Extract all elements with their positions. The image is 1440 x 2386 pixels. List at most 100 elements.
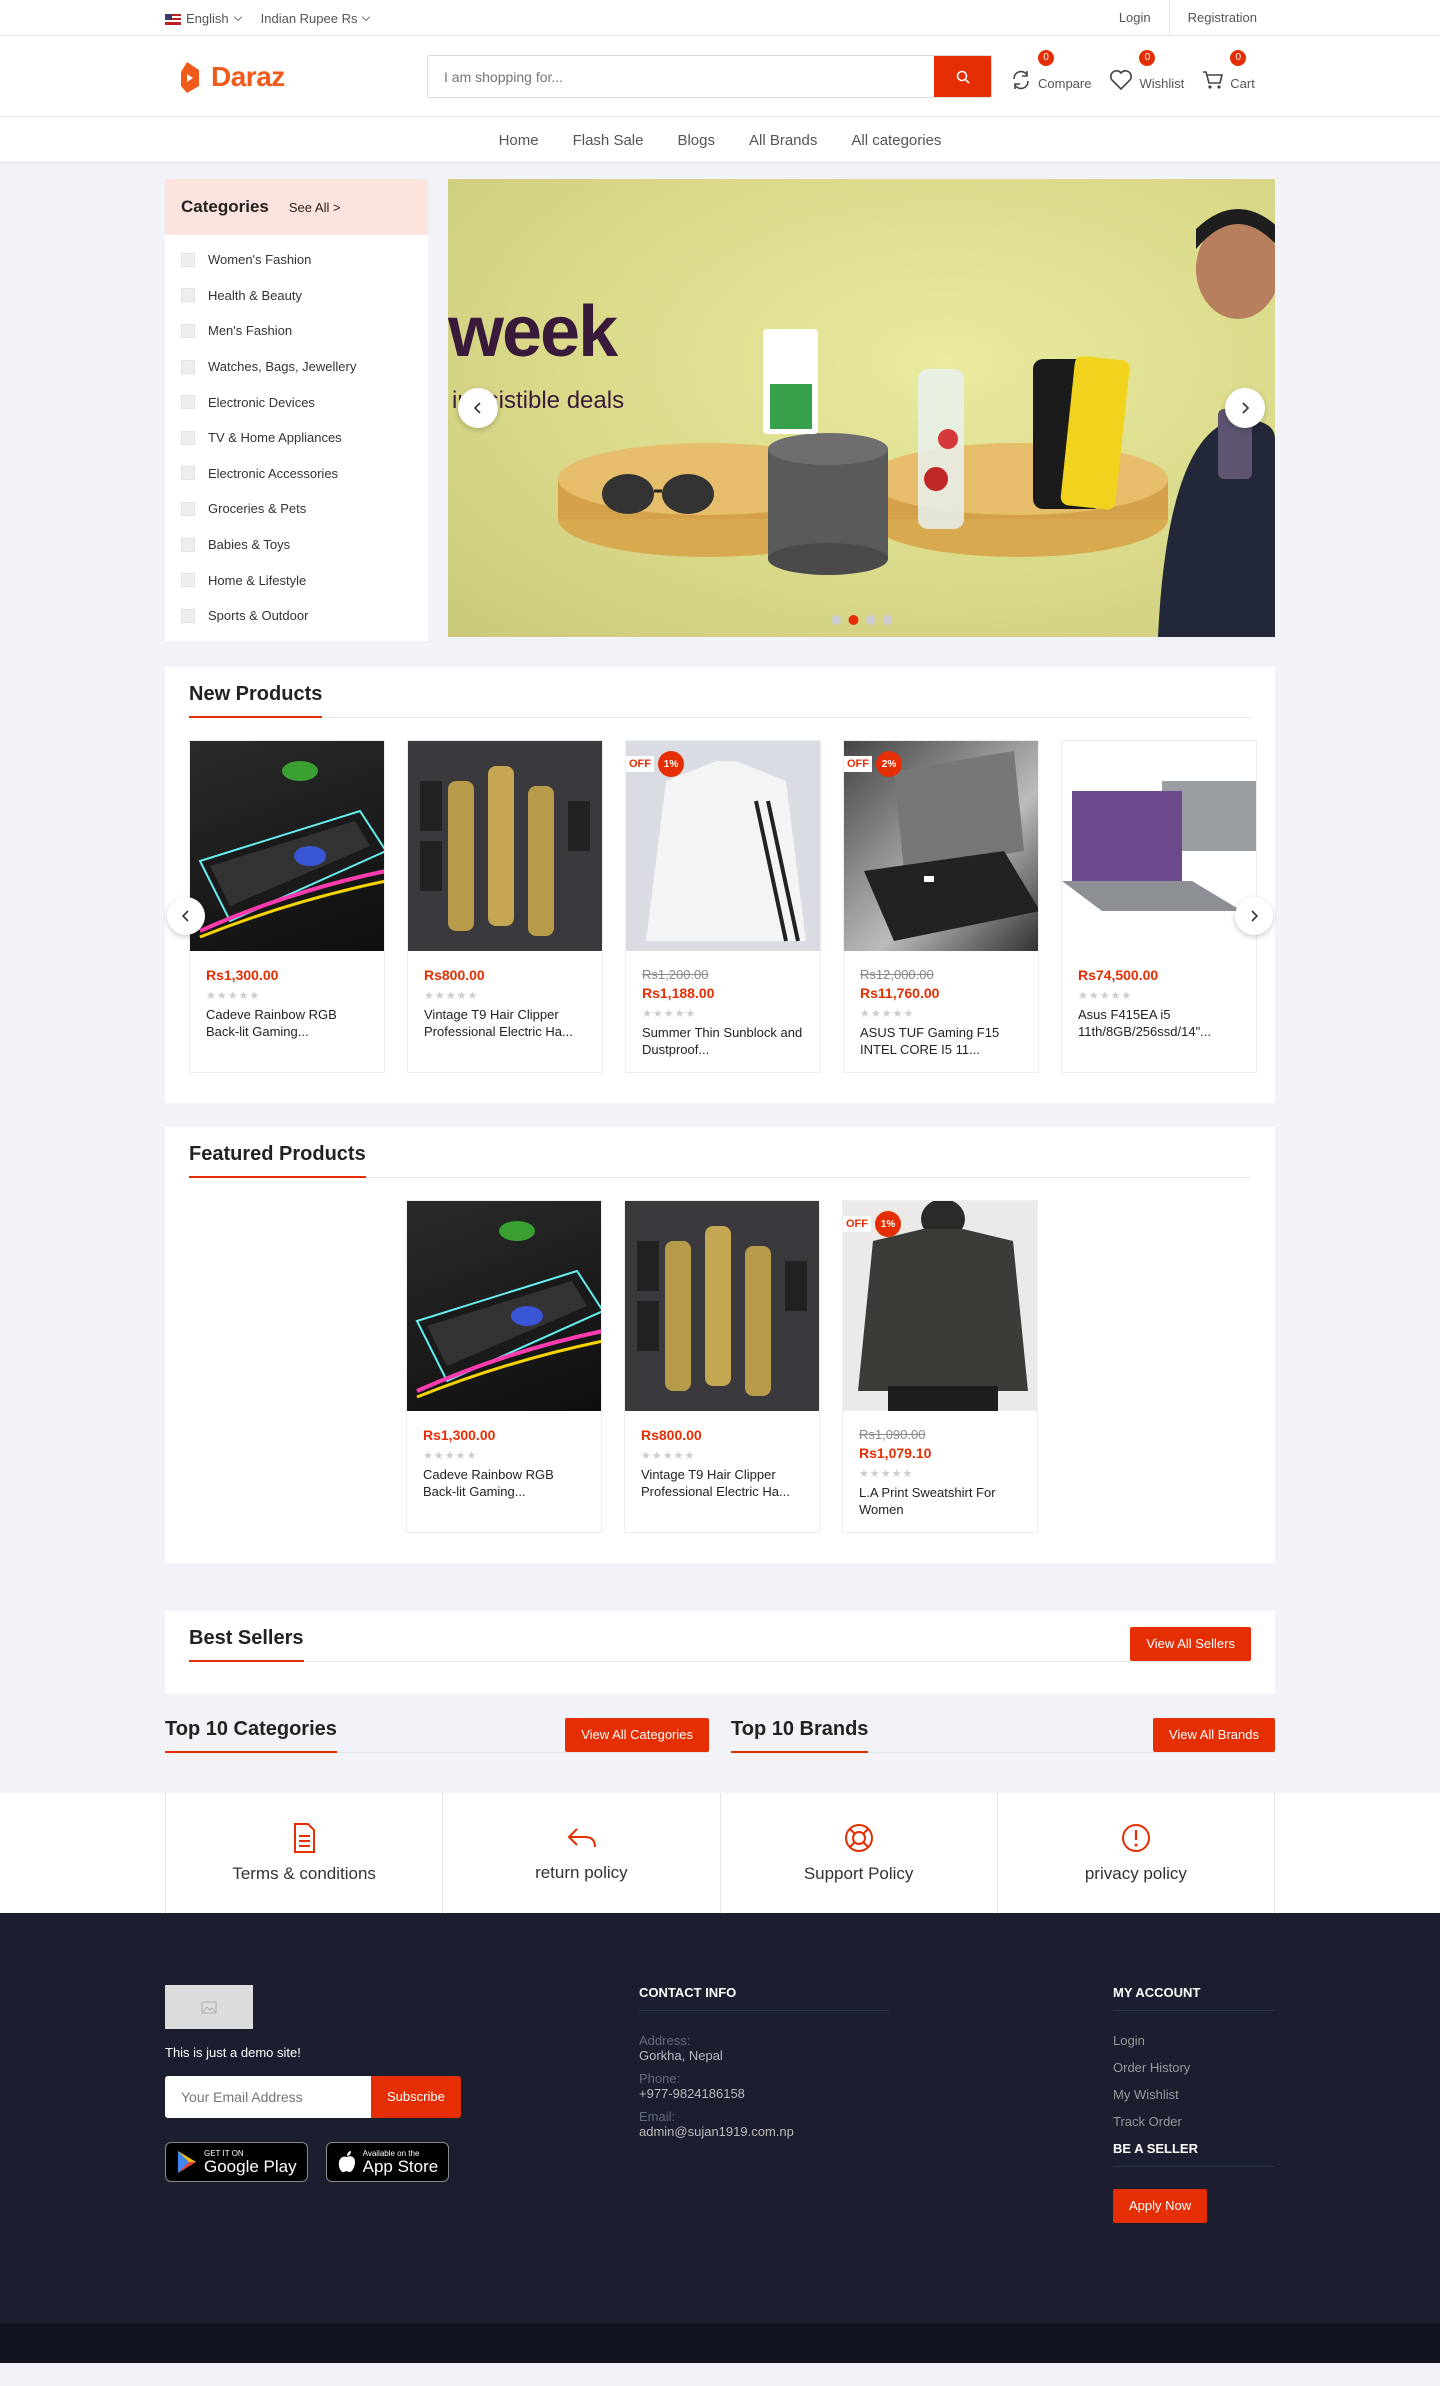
my-account-title: MY ACCOUNT (1113, 1985, 1275, 2011)
return-policy-link[interactable]: return policy (442, 1793, 719, 1913)
product-name[interactable]: L.A Print Sweatshirt For Women (859, 1484, 1021, 1518)
search-button[interactable] (934, 56, 991, 97)
site-logo[interactable]: Daraz (179, 60, 427, 94)
category-thumb-icon (181, 430, 195, 445)
hero-banner-slider[interactable]: week irresistible deals (448, 179, 1275, 637)
newsletter-email-input[interactable] (165, 2076, 371, 2118)
support-policy-link[interactable]: Support Policy (719, 1793, 997, 1913)
section-title: Top 10 Categories (165, 1718, 337, 1753)
category-item-mens-fashion[interactable]: Men's Fashion (165, 313, 428, 349)
view-all-sellers-button[interactable]: View All Sellers (1130, 1627, 1251, 1661)
wishlist-button[interactable]: 0 Wishlist (1109, 50, 1184, 91)
google-play-badge[interactable]: GET IT ON Google Play (165, 2142, 308, 2182)
compare-count-badge: 0 (1038, 50, 1054, 66)
category-item-tv-home[interactable]: TV & Home Appliances (165, 420, 428, 456)
language-selector[interactable]: English (165, 11, 242, 26)
rating-stars-icon: ★★★★★ (206, 990, 261, 1002)
category-thumb-icon (181, 466, 195, 481)
nav-all-categories[interactable]: All categories (834, 132, 958, 149)
track-order-link[interactable]: Track Order (1113, 2114, 1275, 2129)
category-item-womens-fashion[interactable]: Women's Fashion (165, 242, 428, 278)
category-item-home-lifestyle[interactable]: Home & Lifestyle (165, 562, 428, 598)
currency-selector[interactable]: Indian Rupee Rs (261, 11, 371, 26)
product-card[interactable]: Rs800.00 ★★★★★ Vintage T9 Hair Clipper P… (407, 740, 603, 1073)
my-wishlist-link[interactable]: My Wishlist (1113, 2087, 1275, 2102)
top-bar: English Indian Rupee Rs Login Registrati… (0, 0, 1440, 36)
category-thumb-icon (181, 395, 195, 410)
registration-link[interactable]: Registration (1168, 0, 1275, 36)
section-title: Featured Products (189, 1143, 366, 1178)
compare-button[interactable]: 0 Compare (1010, 50, 1091, 91)
product-card[interactable]: OFF 2% Rs12,000.00 Rs11,760.00 ★★★★★ ASUS… (843, 740, 1039, 1073)
see-all-categories-link[interactable]: See All > (289, 200, 341, 215)
category-sidebar: Categories See All > Women's Fashion Hea… (165, 179, 428, 641)
slider-dot[interactable] (865, 615, 875, 625)
nav-blogs[interactable]: Blogs (660, 132, 732, 149)
us-flag-icon (165, 13, 181, 25)
slider-prev-button[interactable] (458, 388, 498, 428)
category-item-watches-bags[interactable]: Watches, Bags, Jewellery (165, 349, 428, 385)
apply-now-button[interactable]: Apply Now (1113, 2189, 1208, 2223)
login-link[interactable]: Login (1101, 0, 1169, 36)
product-name[interactable]: Vintage T9 Hair Clipper Professional Ele… (424, 1006, 586, 1040)
slider-dot-active[interactable] (848, 615, 858, 625)
products-prev-button[interactable] (167, 897, 205, 935)
discount-badge: OFF 2% (844, 751, 902, 777)
subscribe-button[interactable]: Subscribe (371, 2076, 461, 2118)
slider-dot[interactable] (831, 615, 841, 625)
product-card[interactable]: Rs1,300.00 ★★★★★ Cadeve Rainbow RGB Back… (189, 740, 385, 1073)
product-name[interactable]: ASUS TUF Gaming F15 INTEL CORE I5 11... (860, 1024, 1022, 1058)
product-price: Rs800.00 (641, 1427, 702, 1443)
product-card[interactable]: Rs800.00 ★★★★★ Vintage T9 Hair Clipper P… (624, 1200, 820, 1533)
terms-policy-link[interactable]: Terms & conditions (165, 1793, 442, 1913)
search-input[interactable] (428, 56, 934, 97)
nav-flash-sale[interactable]: Flash Sale (556, 132, 661, 149)
section-title: Top 10 Brands (731, 1718, 869, 1753)
footer-login-link[interactable]: Login (1113, 2033, 1275, 2048)
product-name[interactable]: Summer Thin Sunblock and Dustproof... (642, 1024, 804, 1058)
view-all-categories-button[interactable]: View All Categories (565, 1718, 709, 1752)
view-all-brands-button[interactable]: View All Brands (1152, 1718, 1275, 1752)
nav-all-brands[interactable]: All Brands (732, 132, 834, 149)
product-price: Rs11,760.00 (860, 985, 940, 1001)
nav-home[interactable]: Home (482, 132, 556, 149)
product-card[interactable]: OFF 1% Rs1,200.00 Rs1,188.00 ★★★★★ Summer… (625, 740, 821, 1073)
product-name[interactable]: Cadeve Rainbow RGB Back-lit Gaming... (206, 1006, 368, 1040)
contact-email[interactable]: admin@sujan1919.com.np (639, 2124, 1113, 2139)
product-name[interactable]: Cadeve Rainbow RGB Back-lit Gaming... (423, 1466, 585, 1500)
product-card[interactable]: OFF 1% Rs1,090.00 Rs1,079.10 ★★★★★ L.A Pr… (842, 1200, 1038, 1533)
product-card[interactable]: Rs74,500.00 ★★★★★ Asus F415EA i5 11th/8G… (1061, 740, 1257, 1073)
my-account-column: MY ACCOUNT Login Order History My Wishli… (1113, 1985, 1275, 2223)
search-bar (427, 55, 992, 98)
product-price: Rs1,188.00 (642, 985, 715, 1001)
chevron-left-icon (473, 402, 481, 414)
contact-info-column: CONTACT INFO Address: Gorkha, Nepal Phon… (639, 1985, 1113, 2223)
app-store-badge[interactable]: Available on the App Store (325, 2142, 450, 2182)
product-image-sweatshirt: OFF 1% (843, 1201, 1037, 1411)
slider-dot[interactable] (882, 615, 892, 625)
category-item-electronic-accessories[interactable]: Electronic Accessories (165, 456, 428, 492)
cart-button[interactable]: 0 Cart (1202, 50, 1255, 91)
search-icon (956, 70, 970, 84)
product-name[interactable]: Asus F415EA i5 11th/8GB/256ssd/14"... (1078, 1006, 1240, 1040)
product-card[interactable]: Rs1,300.00 ★★★★★ Cadeve Rainbow RGB Back… (406, 1200, 602, 1533)
product-price: Rs800.00 (424, 967, 485, 983)
product-name[interactable]: Vintage T9 Hair Clipper Professional Ele… (641, 1466, 803, 1500)
reply-icon (567, 1828, 597, 1848)
category-item-babies-toys[interactable]: Babies & Toys (165, 527, 428, 563)
chevron-right-icon (1251, 910, 1259, 922)
top-brands-section: Top 10 Brands View All Brands (731, 1718, 1275, 1753)
order-history-link[interactable]: Order History (1113, 2060, 1275, 2075)
category-item-groceries-pets[interactable]: Groceries & Pets (165, 491, 428, 527)
category-thumb-icon (181, 608, 195, 623)
new-products-section: New Products Rs1,300.00 ★★★★★ Cadeve Rai… (165, 667, 1275, 1103)
image-placeholder-icon (201, 2001, 217, 2013)
category-thumb-icon (181, 573, 195, 588)
category-item-health-beauty[interactable]: Health & Beauty (165, 278, 428, 314)
category-item-sports-outdoor[interactable]: Sports & Outdoor (165, 598, 428, 634)
products-next-button[interactable] (1235, 897, 1273, 935)
privacy-policy-link[interactable]: privacy policy (996, 1793, 1275, 1913)
slider-next-button[interactable] (1225, 388, 1265, 428)
category-thumb-icon (181, 359, 195, 374)
category-item-electronic-devices[interactable]: Electronic Devices (165, 384, 428, 420)
